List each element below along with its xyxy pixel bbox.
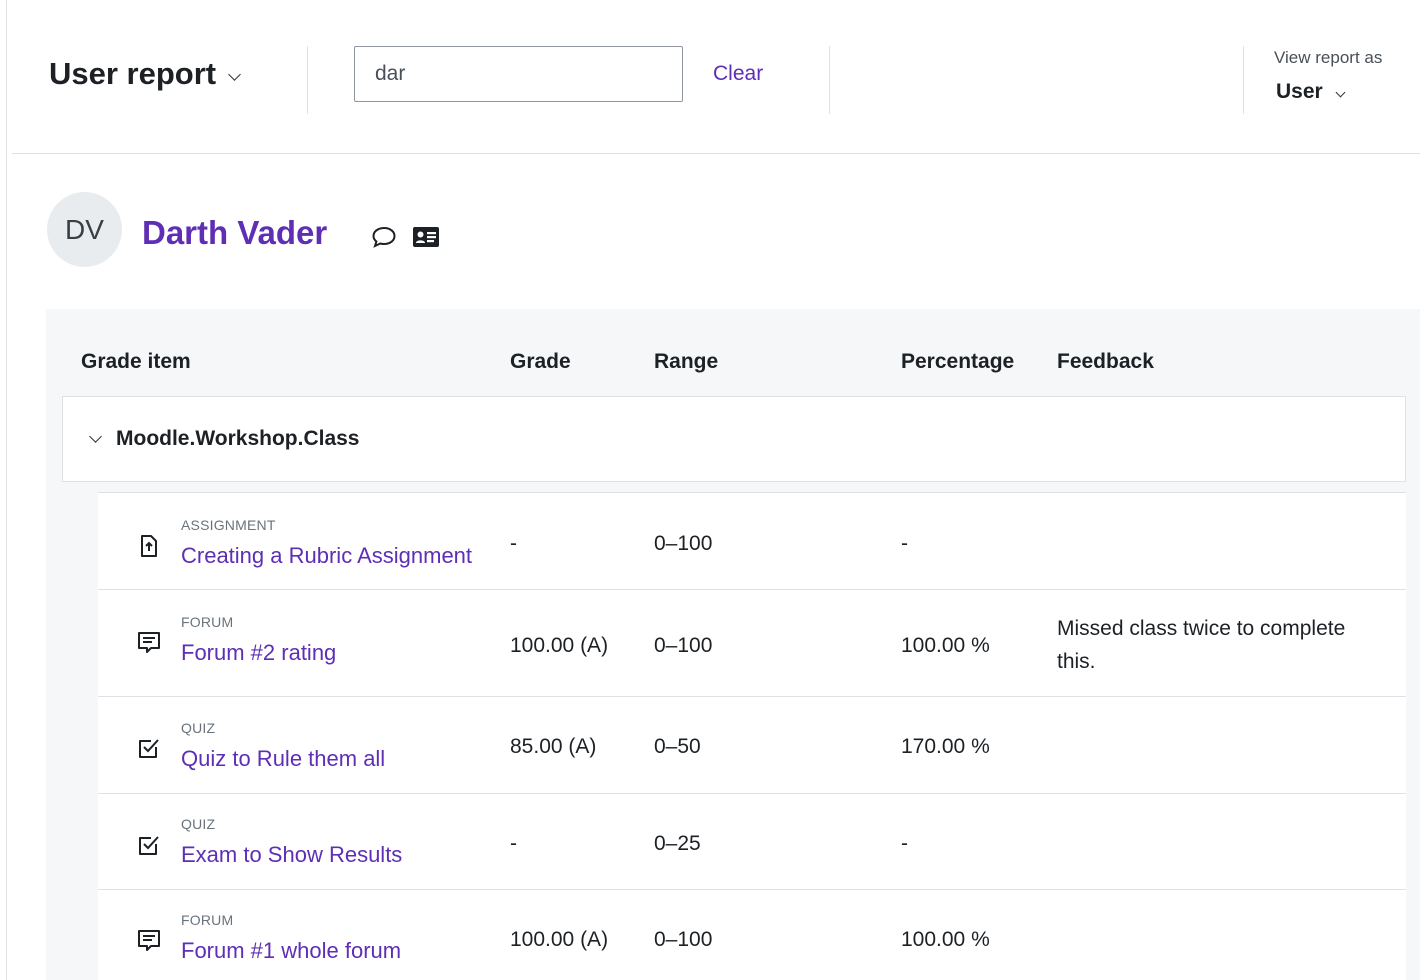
- range-cell: 0–50: [654, 735, 701, 758]
- grade-item-link[interactable]: Exam to Show Results: [181, 842, 402, 868]
- table-row: QUIZ Exam to Show Results - 0–25 -: [98, 793, 1406, 889]
- quiz-icon: [139, 739, 159, 758]
- column-header-range: Range: [654, 350, 719, 373]
- percentage-cell: 100.00 %: [901, 634, 990, 657]
- column-header-percentage: Percentage: [901, 350, 1015, 373]
- report-title-label: User report: [49, 56, 217, 91]
- avatar[interactable]: DV: [47, 192, 122, 267]
- feedback-cell: Missed class twice to complete this.: [1057, 617, 1346, 673]
- percentage-cell: -: [901, 532, 908, 555]
- view-as-value: User: [1276, 80, 1323, 103]
- page-left-border: [6, 0, 7, 980]
- grade-cell: -: [510, 832, 517, 855]
- item-type-label: QUIZ: [181, 816, 216, 832]
- user-name-link[interactable]: Darth Vader: [142, 214, 327, 252]
- avatar-initials: DV: [65, 213, 104, 245]
- header-divider: [307, 46, 308, 114]
- header-divider: [1243, 46, 1244, 114]
- table-row: ASSIGNMENT Creating a Rubric Assignment …: [98, 492, 1406, 589]
- range-cell: 0–25: [654, 832, 701, 855]
- chevron-down-icon: [89, 430, 102, 443]
- item-type-label: FORUM: [181, 614, 234, 630]
- grade-item-link[interactable]: Creating a Rubric Assignment: [181, 543, 472, 569]
- header-divider: [829, 46, 830, 114]
- view-as-dropdown[interactable]: User: [1274, 80, 1382, 104]
- grade-cell: 100.00 (A): [510, 634, 609, 657]
- range-cell: 0–100: [654, 928, 713, 951]
- percentage-cell: 100.00 %: [901, 928, 990, 951]
- grade-cell: -: [510, 532, 517, 555]
- user-search-input[interactable]: [354, 46, 683, 102]
- category-toggle[interactable]: Moodle.Workshop.Class: [62, 396, 1406, 482]
- table-row: QUIZ Quiz to Rule them all 85.00 (A) 0–5…: [98, 696, 1406, 793]
- view-report-as-label: View report as: [1274, 48, 1383, 67]
- range-cell: 0–100: [654, 532, 713, 555]
- view-report-as: View report as User: [1274, 48, 1382, 104]
- table-row: FORUM Forum #2 rating 100.00 (A) 0–100 1…: [98, 589, 1406, 696]
- quiz-icon: [139, 836, 159, 855]
- forum-icon: [138, 632, 160, 653]
- item-type-label: QUIZ: [181, 720, 216, 736]
- grade-cell: 100.00 (A): [510, 928, 609, 951]
- column-header-grade: Grade: [510, 350, 571, 373]
- chevron-down-icon: [1335, 87, 1346, 97]
- report-header: User report Clear View report as User: [12, 0, 1420, 154]
- clear-search-link[interactable]: Clear: [713, 62, 763, 86]
- chevron-down-icon: [228, 67, 241, 81]
- percentage-cell: 170.00 %: [901, 735, 990, 758]
- report-selector[interactable]: User report: [49, 56, 241, 92]
- percentage-cell: -: [901, 832, 908, 855]
- grade-cell: 85.00 (A): [510, 735, 597, 758]
- grade-item-link[interactable]: Forum #2 rating: [181, 640, 336, 666]
- item-type-label: FORUM: [181, 912, 234, 928]
- item-type-label: ASSIGNMENT: [181, 517, 276, 533]
- range-cell: 0–100: [654, 634, 713, 657]
- table-row: FORUM Forum #1 whole forum 100.00 (A) 0–…: [98, 889, 1406, 980]
- message-icon[interactable]: [370, 224, 398, 250]
- assignment-icon: [141, 535, 157, 557]
- column-header-grade-item: Grade item: [81, 350, 191, 373]
- grade-item-link[interactable]: Quiz to Rule them all: [181, 746, 385, 772]
- forum-icon: [138, 930, 160, 951]
- category-name: Moodle.Workshop.Class: [116, 427, 360, 450]
- grade-item-link[interactable]: Forum #1 whole forum: [181, 938, 401, 964]
- column-header-feedback: Feedback: [1057, 350, 1154, 373]
- user-profile-card-icon[interactable]: [412, 224, 440, 250]
